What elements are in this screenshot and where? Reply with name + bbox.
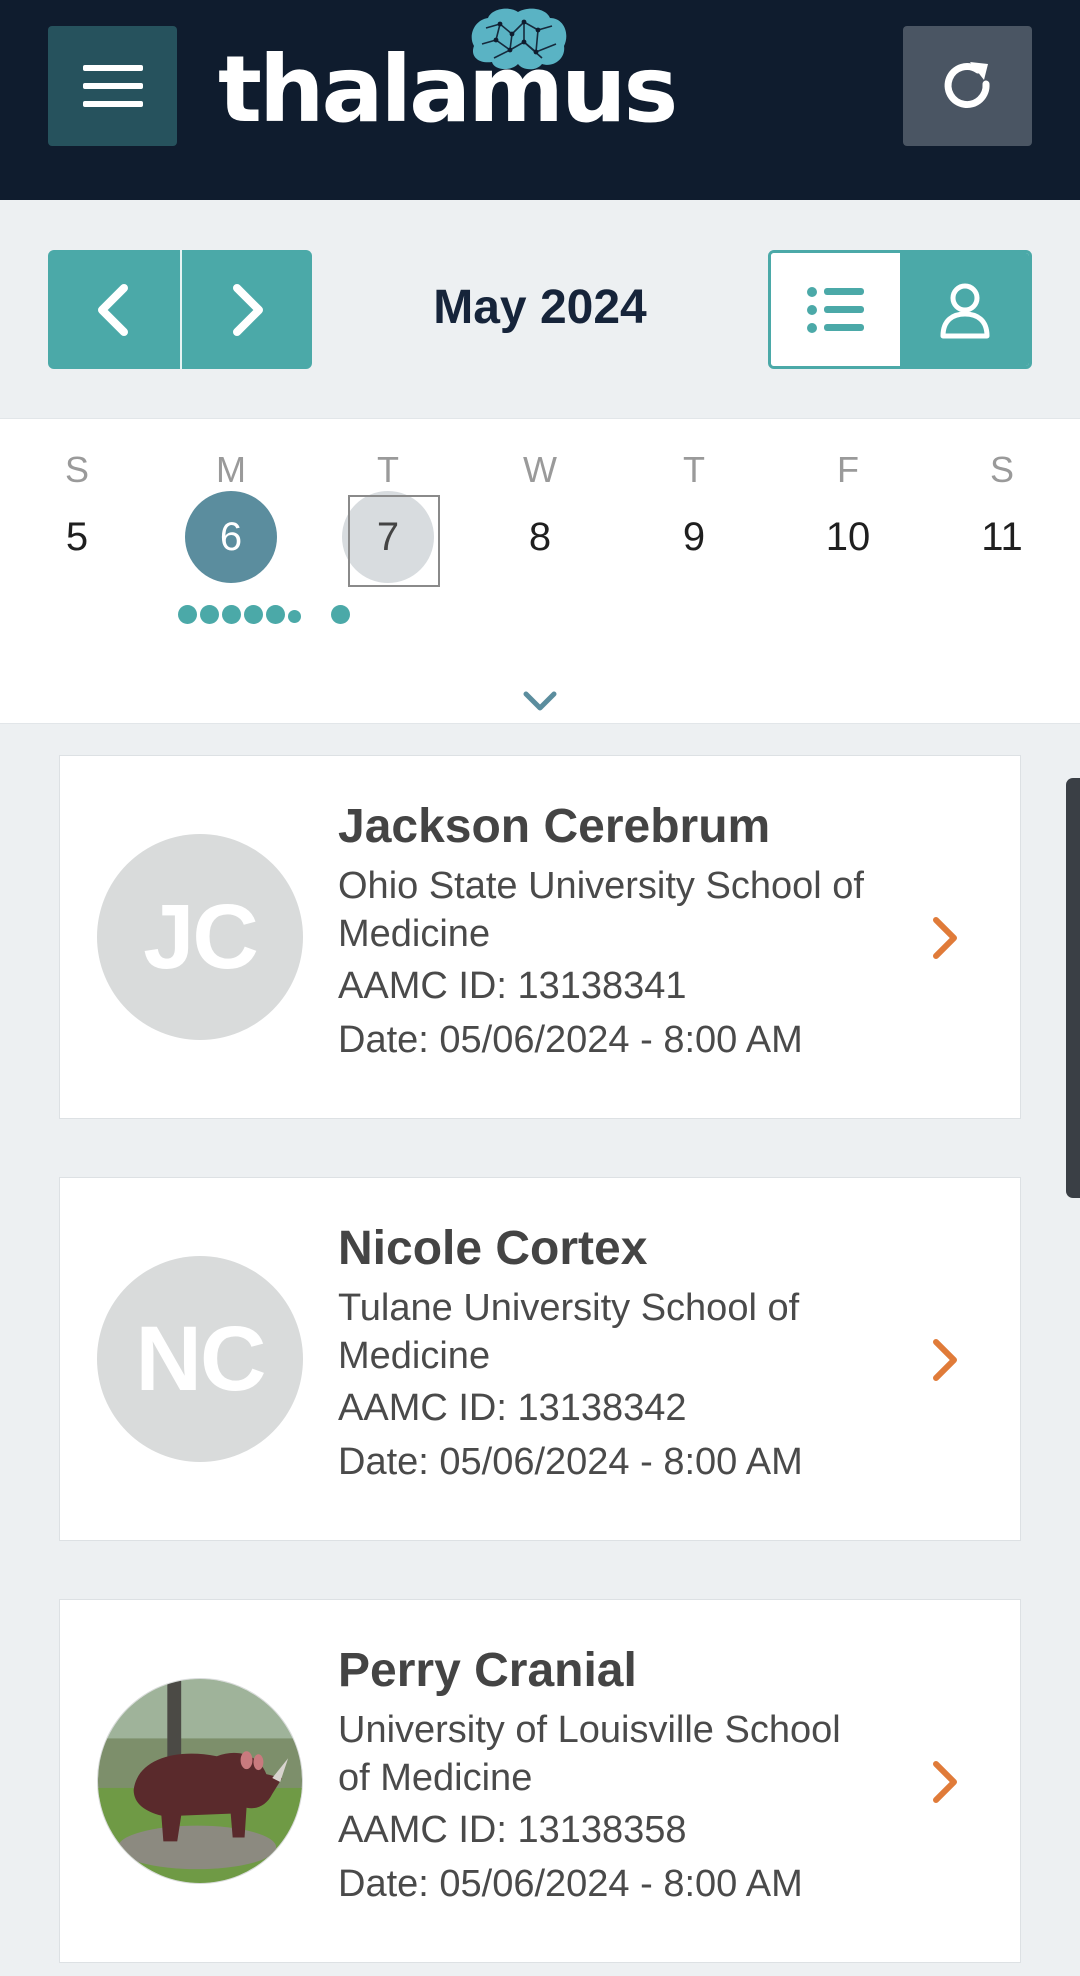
avatar-photo [97, 1678, 303, 1884]
avatar: JC [97, 834, 303, 1040]
school-line-1: University of Louisville School [338, 1709, 841, 1751]
person-view-button[interactable] [900, 253, 1029, 366]
interview-card[interactable]: NC Nicole Cortex Tulane University Schoo… [59, 1177, 1021, 1541]
list-view-button[interactable] [771, 253, 900, 366]
chevron-left-icon [98, 283, 128, 336]
candidate-name: Nicole Cortex [338, 1222, 648, 1275]
chevron-right-icon [933, 1761, 957, 1803]
event-dots [0, 605, 1080, 629]
thalamus-logo: thalamus [218, 6, 678, 136]
event-dot [200, 605, 219, 624]
weekday-label: F [837, 449, 859, 490]
month-title: May 2024 [433, 281, 647, 334]
interview-date: Date: 05/06/2024 - 8:00 AM [338, 1863, 803, 1905]
week-strip: S 5 M 6 T 7 W 8 T 9 F 10 S 11 [0, 418, 1080, 724]
school-line-2: of Medicine [338, 1757, 533, 1799]
card-info: Nicole Cortex Tulane University School o… [338, 1214, 938, 1487]
event-dot [288, 610, 301, 623]
school-line-2: Medicine [338, 913, 491, 955]
date-number: 10 [825, 514, 871, 559]
date-number: 8 [528, 514, 552, 559]
interview-date: Date: 05/06/2024 - 8:00 AM [338, 1441, 803, 1483]
card-info: Jackson Cerebrum Ohio State University S… [338, 792, 938, 1065]
date-number: 5 [65, 514, 89, 559]
app-header: thalamus [0, 0, 1080, 200]
event-dot [331, 605, 350, 624]
event-dot [266, 605, 285, 624]
list-view-icon [806, 286, 864, 333]
refresh-icon [944, 62, 990, 109]
chevron-right-icon [933, 917, 957, 959]
view-toggle [768, 250, 1032, 369]
prev-week-button[interactable] [48, 250, 180, 369]
hamburger-menu-icon [82, 65, 143, 107]
interview-card[interactable]: JC Jackson Cerebrum Ohio State Universit… [59, 755, 1021, 1119]
menu-button[interactable] [48, 26, 177, 146]
date-number: 11 [981, 514, 1023, 559]
selected-date: 6 [185, 491, 277, 583]
interview-card[interactable]: Perry Cranial University of Louisville S… [59, 1599, 1021, 1963]
expand-chevron-icon[interactable] [522, 689, 558, 713]
school-line-1: Ohio State University School of [338, 865, 864, 907]
aamc-id: AAMC ID: 13138341 [338, 965, 687, 1007]
interview-date: Date: 05/06/2024 - 8:00 AM [338, 1019, 803, 1061]
weekday-label: T [377, 449, 399, 490]
candidate-name: Jackson Cerebrum [338, 800, 771, 853]
refresh-button[interactable] [903, 26, 1032, 146]
weekday-label: M [216, 449, 246, 490]
avatar: NC [97, 1256, 303, 1462]
event-dot [178, 605, 197, 624]
weekday-label: T [683, 449, 705, 490]
next-week-button[interactable] [180, 250, 312, 369]
month-nav [48, 250, 312, 369]
card-info: Perry Cranial University of Louisville S… [338, 1636, 938, 1909]
rhino-statue-photo [98, 1679, 302, 1883]
weekday-label: S [989, 449, 1014, 490]
school-line-2: Medicine [338, 1335, 491, 1377]
aamc-id: AAMC ID: 13138358 [338, 1809, 687, 1851]
candidate-name: Perry Cranial [338, 1644, 637, 1697]
today-outline [348, 495, 440, 587]
school-line-1: Tulane University School of [338, 1287, 800, 1329]
aamc-id: AAMC ID: 13138342 [338, 1387, 687, 1429]
logo-text: thalamus [218, 36, 678, 143]
event-dot [222, 605, 241, 624]
event-dot [244, 605, 263, 624]
person-view-icon [940, 283, 989, 338]
scrollbar[interactable] [1066, 778, 1080, 1198]
chevron-right-icon [233, 283, 263, 336]
weekday-label: W [523, 449, 557, 490]
weekday-label: S [64, 449, 89, 490]
chevron-right-icon [933, 1339, 957, 1381]
date-number: 9 [682, 514, 706, 559]
